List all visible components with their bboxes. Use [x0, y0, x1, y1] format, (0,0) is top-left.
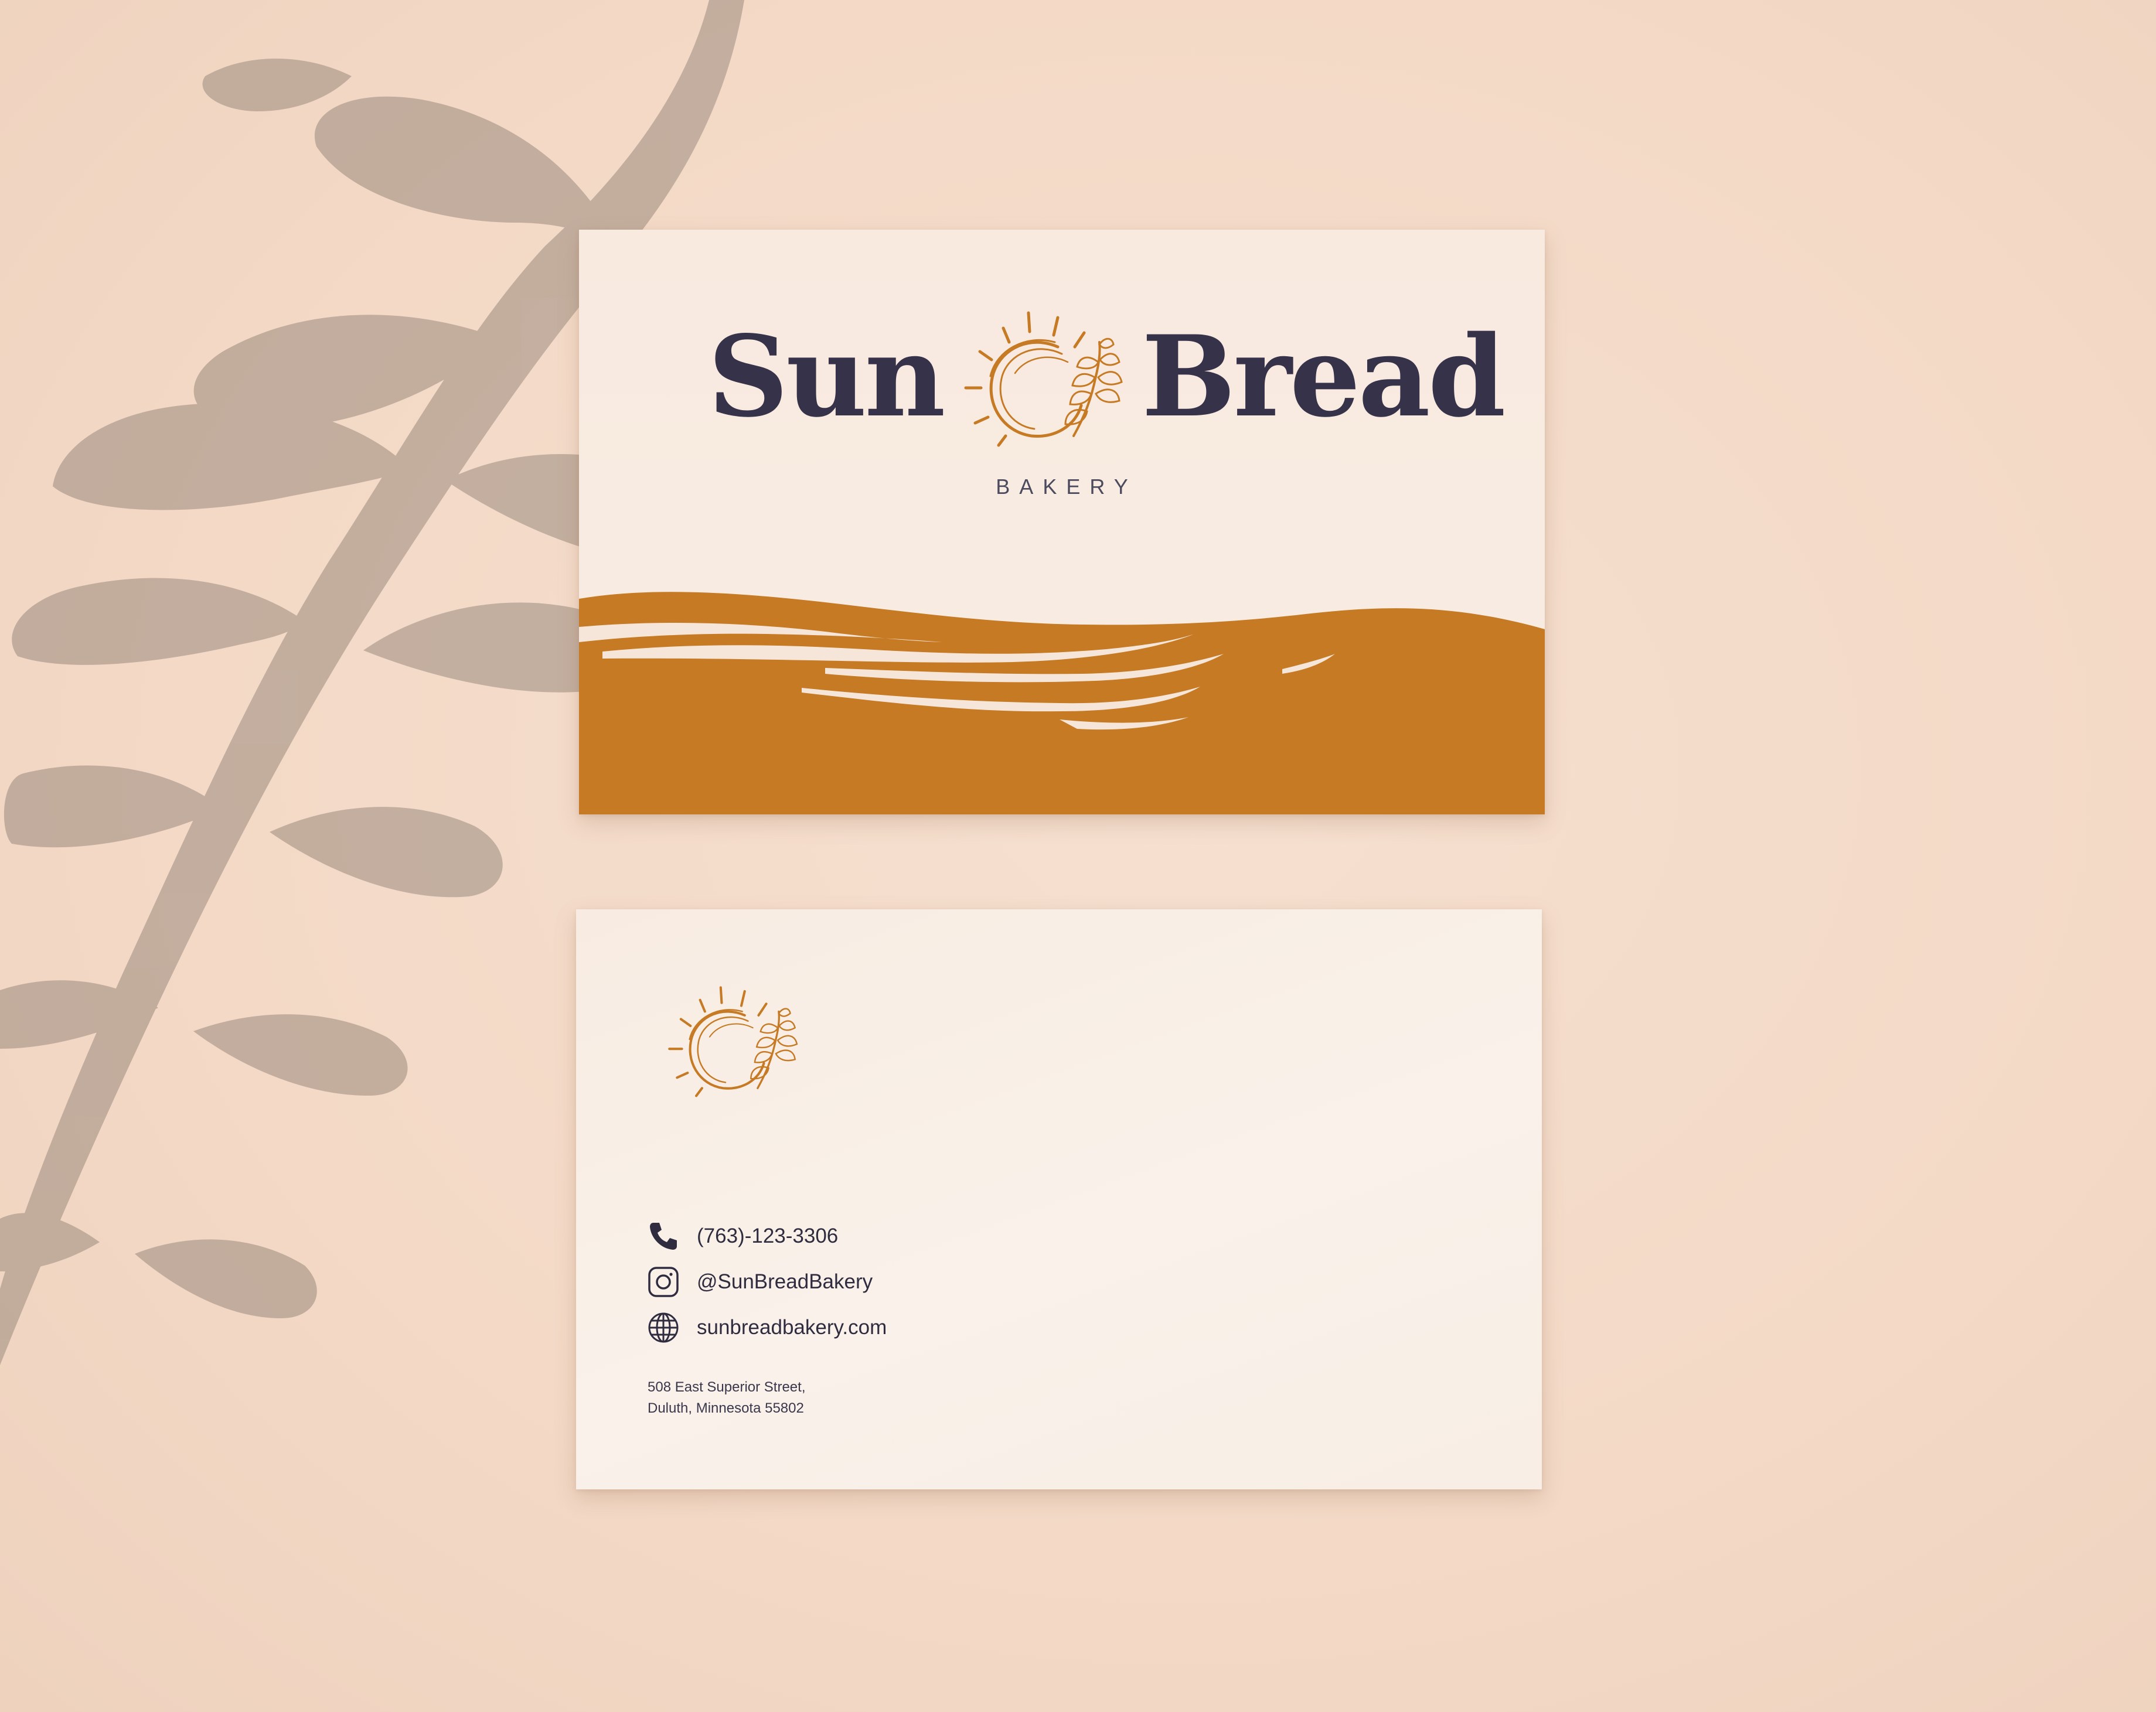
contact-phone: (763)-123-3306	[646, 1219, 838, 1254]
sun-wheat-icon	[964, 311, 1123, 447]
phone-number[interactable]: (763)-123-3306	[697, 1225, 838, 1248]
contact-instagram: @SunBreadBakery	[646, 1264, 873, 1300]
business-card-front: Sun Bread BAKERY	[579, 230, 1545, 814]
instagram-handle[interactable]: @SunBreadBakery	[697, 1270, 873, 1294]
website-url[interactable]: sunbreadbakery.com	[697, 1316, 887, 1339]
sun-wheat-icon	[668, 986, 798, 1097]
business-card-back: (763)-123-3306 @SunBreadBakery sunbreadb…	[576, 909, 1542, 1489]
globe-icon	[648, 1312, 679, 1343]
address-line-1: 508 East Superior Street,	[648, 1379, 806, 1395]
tagline: BAKERY	[996, 475, 1137, 499]
brand-name-left: Sun	[708, 311, 945, 442]
contact-website: sunbreadbakery.com	[646, 1310, 887, 1345]
phone-icon	[650, 1223, 677, 1250]
address-line-2: Duluth, Minnesota 55802	[648, 1400, 804, 1416]
street-address: 508 East Superior Street, Duluth, Minnes…	[648, 1377, 805, 1419]
brush-wave-band	[579, 592, 1545, 814]
instagram-icon	[648, 1267, 679, 1297]
brand-name-right: Bread	[1142, 311, 1506, 442]
